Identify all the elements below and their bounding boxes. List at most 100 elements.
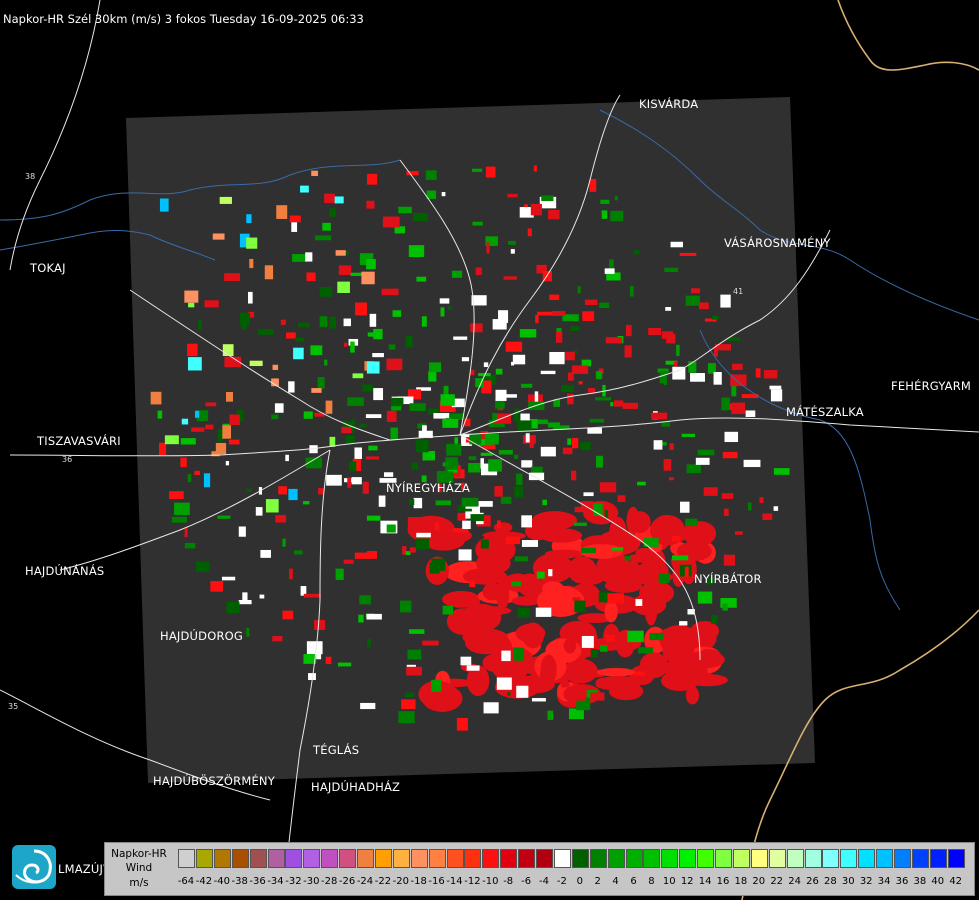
- radar-echo: [649, 632, 663, 641]
- radar-echo: [386, 358, 403, 371]
- radar-echo: [409, 547, 416, 553]
- radar-echo: [195, 561, 210, 572]
- radar-echo: [505, 341, 523, 352]
- radar-echo: [637, 481, 646, 486]
- radar-echo: [672, 555, 689, 561]
- radar-echo: [468, 600, 480, 605]
- radar-echo: [249, 258, 254, 269]
- radar-echo: [278, 486, 287, 495]
- radar-echo: [349, 461, 357, 472]
- radar-echo: [415, 538, 430, 550]
- radar-echo: [731, 386, 737, 397]
- radar-echo: [326, 474, 342, 486]
- radar-echo: [435, 500, 451, 506]
- radar-echo: [664, 267, 679, 273]
- radar-echo: [531, 698, 546, 702]
- radar-echo: [180, 457, 187, 468]
- radar-echo: [571, 470, 577, 481]
- radar-echo: [589, 179, 597, 192]
- radar-echo: [187, 343, 198, 357]
- radar-echo: [219, 196, 232, 204]
- radar-echo: [324, 359, 328, 366]
- radar-echo: [667, 637, 673, 650]
- radar-echo: [225, 391, 233, 402]
- radar-echo: [421, 316, 427, 327]
- radar-echo: [373, 328, 383, 340]
- radar-echo: [721, 493, 734, 499]
- radar-echo: [454, 437, 459, 444]
- radar-echo: [595, 397, 612, 401]
- legend-swatch: [679, 849, 697, 868]
- city-label-nyirbator: NYÍRBÁTOR: [694, 572, 762, 586]
- radar-echo: [319, 316, 328, 328]
- radar-echo: [605, 634, 615, 642]
- radar-echo: [540, 654, 557, 685]
- radar-echo: [226, 601, 240, 614]
- radar-echo: [627, 630, 644, 643]
- radar-echo: [228, 439, 240, 445]
- radar-echo: [535, 607, 552, 617]
- radar-echo: [440, 307, 445, 317]
- radar-echo: [492, 412, 497, 422]
- legend-unit: m/s: [129, 877, 149, 889]
- radar-echo: [294, 337, 305, 342]
- radar-echo: [285, 332, 296, 339]
- radar-echo: [703, 487, 718, 496]
- city-label-nyiregyhaza: NYÍREGYHÁZA: [386, 481, 471, 495]
- radar-echo: [399, 600, 412, 613]
- radar-echo: [669, 443, 674, 450]
- radar-echo: [483, 702, 499, 714]
- radar-echo: [466, 606, 512, 616]
- legend-swatch: [876, 849, 894, 868]
- legend-swatch: [357, 849, 374, 868]
- city-label-mateszalka: MÁTÉSZALKA: [786, 405, 864, 419]
- radar-echo: [440, 394, 455, 406]
- radar-echo: [322, 222, 331, 231]
- radar-echo: [238, 526, 246, 537]
- radar-echo: [354, 447, 362, 460]
- radar-echo: [461, 357, 470, 362]
- radar-echo: [289, 568, 293, 580]
- radar-echo: [352, 373, 364, 379]
- radar-echo: [639, 581, 675, 605]
- radar-echo: [541, 195, 554, 202]
- radar-echo: [567, 393, 574, 405]
- radar-echo: [685, 295, 700, 306]
- radar-echo: [378, 495, 386, 507]
- radar-echo: [498, 310, 509, 323]
- radar-echo: [260, 549, 271, 558]
- radar-echo: [465, 630, 507, 655]
- radar-echo: [246, 237, 258, 249]
- radar-echo: [204, 300, 219, 308]
- radar-echo: [624, 345, 632, 358]
- radar-echo: [567, 438, 572, 445]
- radar-echo: [549, 294, 560, 301]
- radar-echo: [521, 540, 539, 547]
- radar-echo: [665, 307, 672, 311]
- legend-swatch: [446, 849, 464, 868]
- radar-echo: [390, 427, 398, 440]
- radar-echo: [291, 222, 298, 232]
- radar-echo: [659, 625, 699, 655]
- road-number: 38: [25, 172, 36, 181]
- radar-map[interactable]: [0, 0, 979, 900]
- radar-echo: [595, 455, 603, 468]
- country-border: [837, 0, 979, 71]
- radar-echo: [533, 165, 537, 172]
- legend-swatch: [858, 849, 876, 868]
- radar-map-view[interactable]: Napkor-HR Szél 30km (m/s) 3 fokos Tuesda…: [0, 0, 979, 900]
- radar-echo: [494, 486, 503, 497]
- radar-echo: [458, 549, 472, 561]
- radar-echo: [548, 569, 553, 577]
- radar-echo: [501, 650, 511, 662]
- radar-echo: [695, 457, 710, 465]
- radar-echo: [246, 488, 252, 493]
- radar-echo: [265, 499, 279, 513]
- radar-echo: [187, 357, 202, 371]
- radar-echo: [225, 460, 230, 466]
- radar-echo: [503, 276, 517, 280]
- radar-echo: [347, 397, 364, 406]
- radar-echo: [229, 414, 240, 426]
- radar-echo: [184, 290, 199, 303]
- radar-echo: [338, 265, 352, 276]
